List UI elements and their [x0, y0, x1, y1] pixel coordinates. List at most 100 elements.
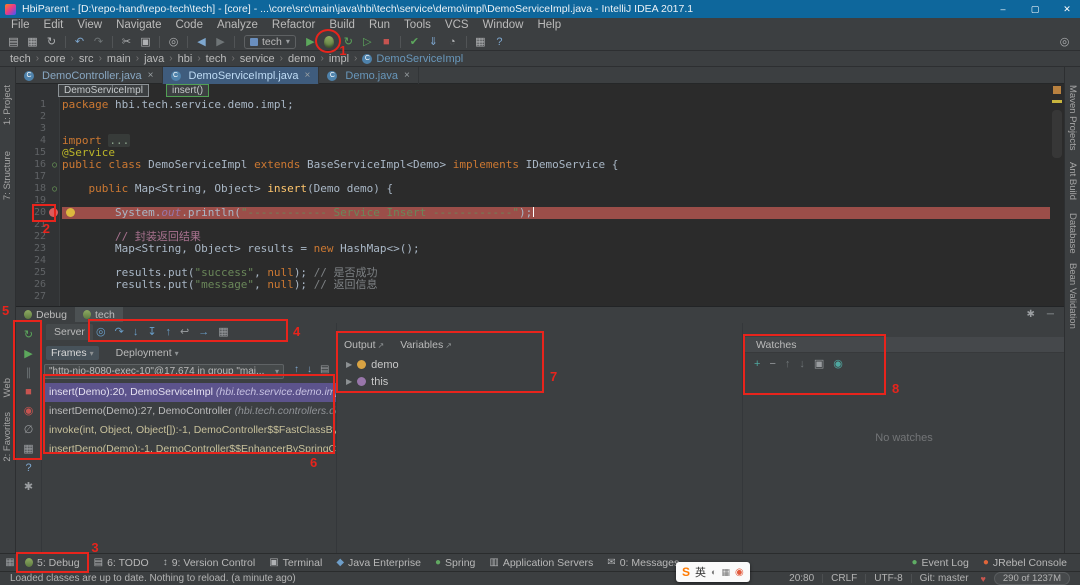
- stack-frame-row[interactable]: insertDemo(Demo):27, DemoController (hbi…: [44, 402, 336, 421]
- stack-frame-row[interactable]: invoke(int, Object, Object[]):-1, DemoCo…: [44, 421, 336, 440]
- stop-icon[interactable]: ■: [378, 34, 394, 50]
- menu-file[interactable]: File: [4, 18, 37, 33]
- show-watches-icon[interactable]: ◉: [833, 358, 843, 370]
- update-icon[interactable]: ⇓: [425, 34, 441, 50]
- menu-refactor[interactable]: Refactor: [265, 18, 322, 33]
- gutter-line[interactable]: 4: [16, 135, 60, 147]
- code-line[interactable]: package hbi.tech.service.demo.impl;: [62, 99, 1050, 111]
- menu-code[interactable]: Code: [168, 18, 210, 33]
- toolwindow-button-terminal[interactable]: ▣Terminal: [262, 554, 329, 572]
- toolwindow-button-messages[interactable]: ✉0: Messages: [600, 554, 686, 572]
- close-icon[interactable]: ×: [148, 70, 154, 81]
- undo-icon[interactable]: ↶: [72, 34, 88, 50]
- expand-arrow-icon[interactable]: ▶: [346, 377, 352, 386]
- resume-icon[interactable]: ▶: [24, 348, 32, 360]
- menu-analyze[interactable]: Analyze: [210, 18, 265, 33]
- close-button[interactable]: ✕: [1054, 0, 1080, 18]
- tool-stripe-bean-validation[interactable]: Bean Validation: [1067, 263, 1078, 329]
- step-out-icon[interactable]: ↑: [166, 326, 172, 338]
- gutter-line[interactable]: 18○: [16, 183, 60, 195]
- editor-tab[interactable]: CDemoController.java×: [16, 67, 163, 84]
- mute-breakpoints-icon[interactable]: ∅: [24, 424, 34, 436]
- tool-stripe-ant-build[interactable]: Ant Build: [1067, 162, 1078, 200]
- gutter-line[interactable]: 1: [16, 99, 60, 111]
- code-line[interactable]: results.put("message", null); // 返回信息: [62, 279, 1050, 291]
- code-line[interactable]: public class DemoServiceImpl extends Bas…: [62, 159, 1050, 171]
- toolwindow-button-jrebel-console[interactable]: ●JRebel Console: [976, 554, 1074, 572]
- debug-session-tab[interactable]: tech: [75, 307, 123, 322]
- tab-server[interactable]: Server: [46, 324, 93, 340]
- duplicate-watch-icon[interactable]: ▣: [814, 358, 824, 370]
- tab-output[interactable]: Output ↗: [344, 339, 384, 351]
- stack-frame-row[interactable]: insert(Demo):20, DemoServiceImpl (hbi.te…: [44, 383, 336, 402]
- pause-icon[interactable]: ∥: [26, 367, 32, 379]
- ime-language-indicator[interactable]: 英: [695, 564, 706, 580]
- gutter-line[interactable]: 2: [16, 111, 60, 123]
- breadcrumb-item[interactable]: core: [44, 53, 65, 65]
- file-encoding-indicator[interactable]: UTF-8: [866, 573, 910, 584]
- copy-icon[interactable]: ▣: [138, 34, 154, 50]
- previous-frame-icon[interactable]: ↑: [294, 364, 299, 375]
- close-icon[interactable]: ×: [305, 70, 311, 81]
- stack-frame-row[interactable]: insertDemo(Demo):-1, DemoController$$Enh…: [44, 440, 336, 459]
- toolwindow-button-event-log[interactable]: ●Event Log: [904, 554, 975, 572]
- move-up-icon[interactable]: ↑: [785, 358, 791, 370]
- tool-stripe-maven-projects[interactable]: Maven Projects: [1067, 85, 1078, 150]
- cut-icon[interactable]: ✂: [119, 34, 135, 50]
- rerun-icon[interactable]: ↻: [24, 329, 33, 341]
- frames-menu-icon[interactable]: ▤: [320, 364, 329, 375]
- gutter-line[interactable]: 19: [16, 195, 60, 207]
- variable-row[interactable]: ▶this: [338, 373, 742, 390]
- menu-view[interactable]: View: [70, 18, 109, 33]
- back-icon[interactable]: ◀: [194, 34, 210, 50]
- save-icon[interactable]: ▦: [25, 34, 41, 50]
- tool-stripe-project[interactable]: 1: Project: [2, 85, 13, 125]
- evaluate-expression-icon[interactable]: ▦: [218, 326, 228, 338]
- breadcrumb-item[interactable]: src: [79, 53, 94, 65]
- line-separator-indicator[interactable]: CRLF: [823, 573, 865, 584]
- find-icon[interactable]: ◎: [166, 34, 182, 50]
- gutter-line[interactable]: 24: [16, 255, 60, 267]
- gutter[interactable]: 12341516○1718○1920221222324252627: [16, 99, 60, 303]
- remove-watch-icon[interactable]: −: [769, 358, 775, 370]
- menu-window[interactable]: Window: [476, 18, 531, 33]
- maximize-button[interactable]: ▢: [1022, 0, 1048, 18]
- tab-frames[interactable]: Frames ▾: [46, 346, 99, 360]
- step-into-icon[interactable]: ↓: [133, 326, 139, 338]
- breadcrumb-item[interactable]: DemoServiceImpl: [376, 53, 463, 65]
- breadcrumb-item[interactable]: main: [107, 53, 131, 65]
- add-watch-icon[interactable]: +: [754, 358, 760, 370]
- menu-run[interactable]: Run: [362, 18, 397, 33]
- rerun-jrebel-icon[interactable]: ↻: [340, 34, 356, 50]
- minimize-button[interactable]: –: [990, 0, 1016, 18]
- hide-window-icon[interactable]: ─: [1047, 309, 1054, 320]
- stop-icon[interactable]: ■: [25, 386, 32, 398]
- restore-layout-icon[interactable]: ▦: [23, 443, 33, 455]
- breadcrumb-item[interactable]: tech: [206, 53, 227, 65]
- gutter-line[interactable]: 21: [16, 219, 60, 231]
- help-icon[interactable]: ?: [491, 34, 507, 50]
- breadcrumb-item[interactable]: service: [240, 53, 275, 65]
- breadcrumb-item[interactable]: java: [144, 53, 164, 65]
- gutter-line[interactable]: 26: [16, 279, 60, 291]
- show-execution-point-icon[interactable]: ◎: [96, 326, 106, 338]
- gutter-line[interactable]: 202: [16, 207, 60, 219]
- gutter-line[interactable]: 3: [16, 123, 60, 135]
- ime-mode-icon[interactable]: ◐: [711, 567, 716, 577]
- breadcrumb-item[interactable]: hbi: [178, 53, 193, 65]
- editor[interactable]: DemoServiceImpl insert() 12341516○1718○1…: [16, 84, 1064, 306]
- move-down-icon[interactable]: ↓: [799, 358, 805, 370]
- gutter-line[interactable]: 25: [16, 267, 60, 279]
- run-to-cursor-icon[interactable]: →: [198, 326, 209, 338]
- sogou-logo-icon[interactable]: S: [682, 565, 690, 579]
- step-over-icon[interactable]: ↷: [115, 326, 124, 338]
- caret-position[interactable]: 20:80: [781, 573, 822, 584]
- thread-selector[interactable]: "http-nio-8080-exec-10"@17,674 in group …: [44, 364, 284, 379]
- breadcrumb-class[interactable]: DemoServiceImpl: [58, 84, 149, 97]
- tool-stripe-database[interactable]: Database: [1067, 213, 1078, 254]
- toolwindow-button-debug[interactable]: 5: Debug 3: [18, 554, 87, 572]
- menu-help[interactable]: Help: [530, 18, 568, 33]
- toolwindow-button-version-control[interactable]: ↕9: Version Control: [156, 554, 262, 572]
- debug-settings-icon[interactable]: ✱: [1027, 309, 1035, 320]
- view-breakpoints-icon[interactable]: ◉: [24, 405, 34, 417]
